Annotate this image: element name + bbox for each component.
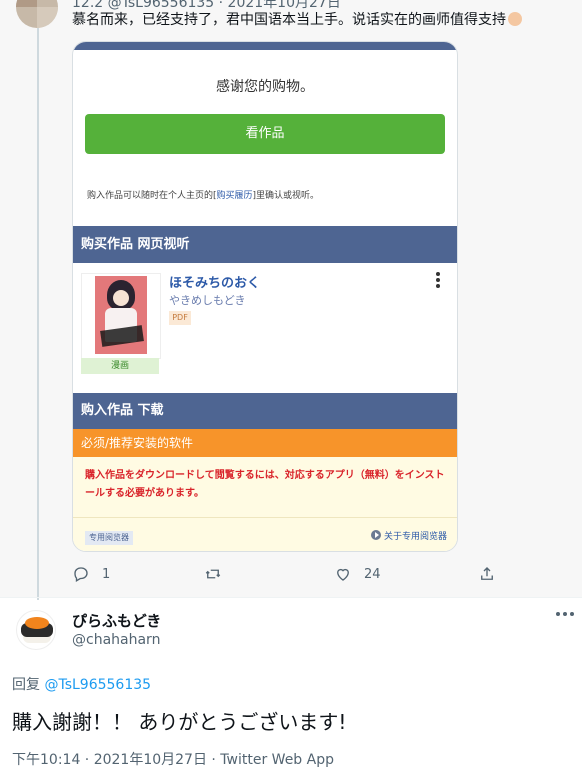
about-viewer-link[interactable]: 关于专用阅览器: [370, 529, 447, 542]
tweet-meta[interactable]: 下午10:14 · 2021年10月27日 · Twitter Web App: [12, 749, 334, 769]
tweet-text: 慕名而来，已经支持了，君中国语本当上手。说话实在的画师值得支持: [72, 9, 522, 29]
card-header-bar: [73, 42, 457, 50]
thread-line: [37, 28, 39, 600]
section-web-view: 购买作品 网页视听: [73, 226, 457, 263]
like-count: 24: [364, 566, 381, 582]
reply-count: 1: [102, 566, 111, 582]
heart-icon: [337, 568, 349, 581]
format-badge: PDF: [169, 311, 191, 325]
retweet-icon: [205, 569, 221, 579]
warning-text: 購入作品をダウンロードして閲覧するには、対応するアプリ（無料）をインストールする…: [85, 470, 445, 499]
section-download: 购入作品 下载: [73, 393, 457, 429]
thanks-message: 感谢您的购物。: [216, 79, 314, 95]
work-author[interactable]: やきめしもどき: [169, 292, 245, 308]
view-work-button[interactable]: 看作品: [85, 114, 445, 154]
retweet-action[interactable]: [204, 565, 222, 583]
clapping-hands-icon: [508, 12, 522, 26]
reply-icon: [74, 567, 88, 582]
warning-box: 購入作品をダウンロードして閲覧するには、対応するアプリ（無料）をインストールする…: [73, 457, 457, 551]
purchase-note: 购入作品可以随时在个人主页的[购买履历]里确认或视听。: [87, 191, 320, 201]
avatar[interactable]: [16, 610, 56, 650]
more-options-icon[interactable]: [433, 272, 443, 290]
like-action[interactable]: 24: [334, 565, 381, 583]
display-name[interactable]: ぴらふもどき: [72, 610, 161, 631]
share-icon: [481, 567, 493, 580]
replying-to: 回复 @TsL96556135: [12, 677, 152, 693]
work-thumbnail[interactable]: [81, 273, 161, 359]
avatar[interactable]: [16, 0, 58, 28]
reply-text: 購入謝謝！！ ありがとうございます!: [12, 710, 347, 734]
work-title[interactable]: ほそみちのおく: [169, 272, 260, 291]
user-handle[interactable]: @chahaharn: [72, 632, 160, 648]
purchase-history-link[interactable]: 购买履历: [217, 191, 253, 201]
more-options-icon[interactable]: [556, 612, 574, 618]
play-icon: [370, 530, 381, 540]
share-action[interactable]: [478, 565, 496, 583]
cover-image: [95, 276, 147, 354]
media-card[interactable]: 感谢您的购物。 看作品 购入作品可以随时在个人主页的[购买履历]里确认或视听。 …: [72, 41, 458, 552]
section-software: 必须/推荐安装的软件: [73, 429, 457, 457]
mention-link[interactable]: @TsL96556135: [44, 677, 151, 693]
top-tweet: 12.2 @TsL96556135 · 2021年10月27日 慕名而来，已经支…: [0, 0, 582, 600]
category-tag: 漫画: [81, 358, 159, 374]
viewer-tag: 专用阅览器: [85, 531, 133, 545]
reply-action[interactable]: 1: [72, 565, 110, 583]
divider: [0, 597, 582, 598]
tweet-actions: 1 24: [72, 565, 502, 585]
